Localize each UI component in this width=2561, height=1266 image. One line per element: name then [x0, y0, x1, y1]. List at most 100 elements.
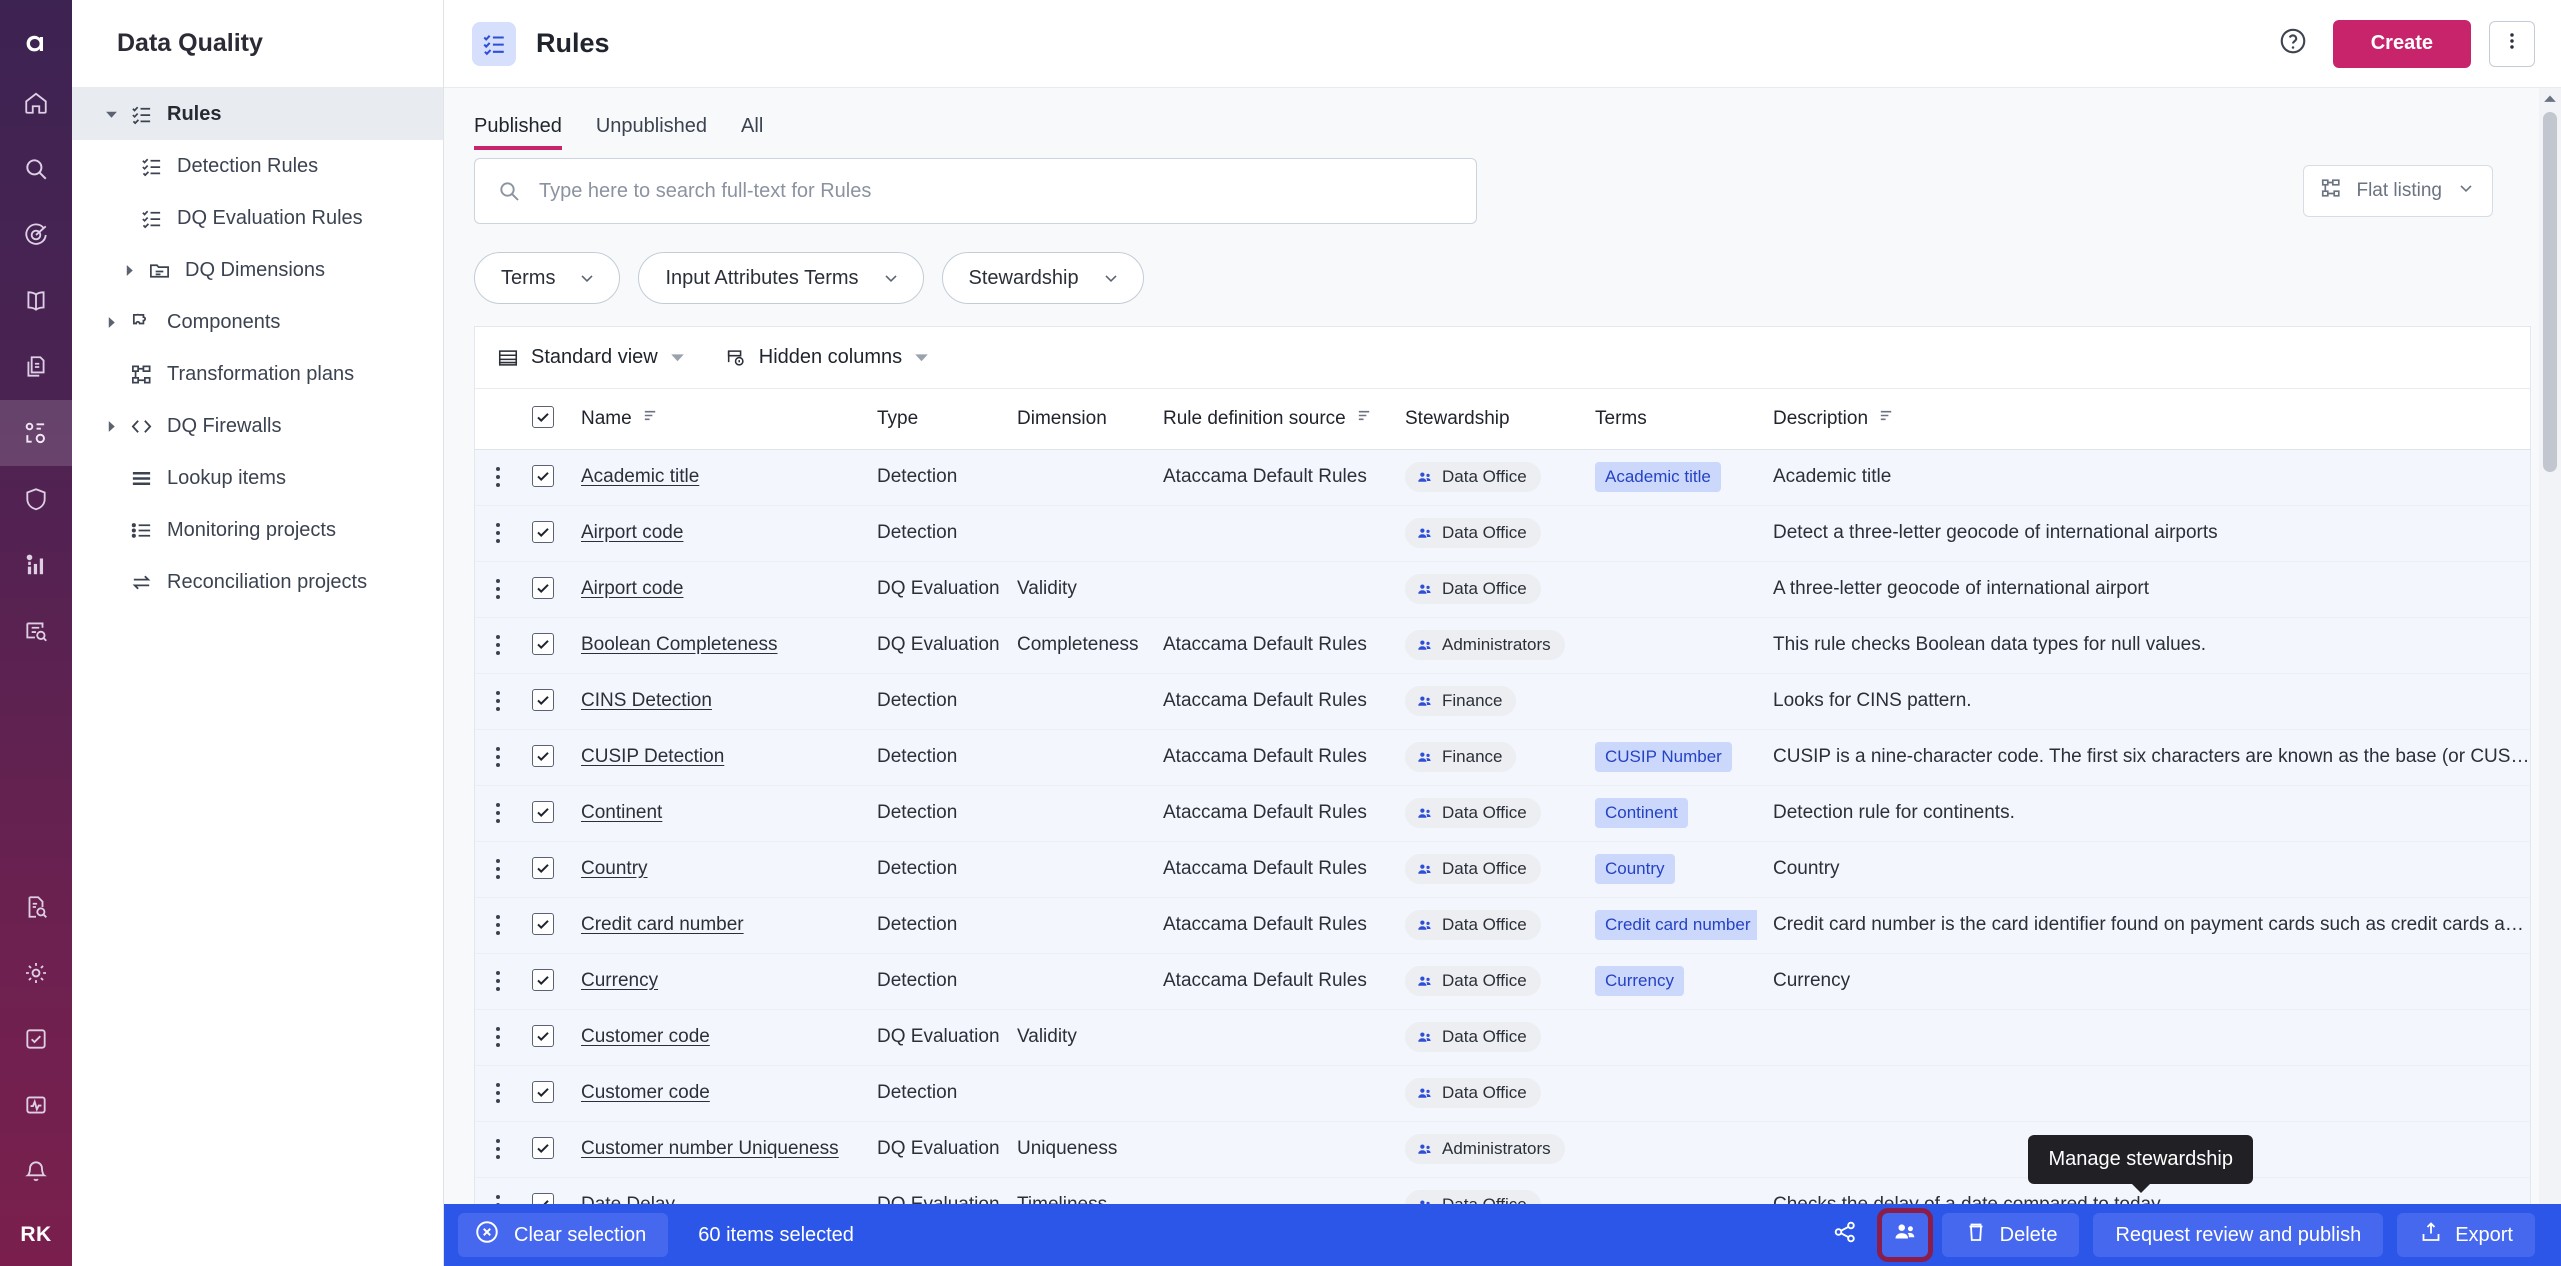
row-checkbox[interactable] [532, 744, 554, 767]
table-row[interactable]: Currency Detection Ataccama Default Rules D… [475, 953, 2530, 1010]
sidebar-item-dq-dimensions[interactable]: DQ Dimensions [72, 244, 443, 296]
rule-name-link[interactable]: Customer code [581, 1026, 710, 1047]
row-checkbox[interactable] [532, 520, 554, 543]
scroll-up-icon[interactable] [2539, 88, 2561, 110]
rail-item-gear-icon[interactable] [0, 940, 72, 1006]
row-checkbox[interactable] [532, 464, 554, 487]
sidebar-item-detection-rules[interactable]: Detection Rules [72, 140, 443, 192]
term-badge[interactable]: Credit card number [1595, 910, 1757, 940]
row-checkbox[interactable] [532, 688, 554, 711]
rail-item-query-explorer-icon[interactable] [0, 598, 72, 664]
tab-published[interactable]: Published [474, 116, 562, 150]
row-actions-cell[interactable] [475, 1009, 521, 1066]
row-checkbox[interactable] [532, 1024, 554, 1047]
term-badge[interactable]: Currency [1595, 966, 1684, 996]
table-row[interactable]: Country Detection Ataccama Default Rules Da… [475, 841, 2530, 898]
sort-icon[interactable] [642, 407, 659, 430]
row-actions-cell[interactable] [475, 617, 521, 674]
row-select-cell[interactable] [521, 1065, 565, 1122]
table-row[interactable]: Boolean Completeness DQ Evaluation Complet… [475, 617, 2530, 674]
row-checkbox[interactable] [532, 1080, 554, 1103]
sidebar-item-lookup-items[interactable]: Lookup items [72, 452, 443, 504]
row-checkbox[interactable] [532, 576, 554, 599]
avatar[interactable]: RK [0, 1204, 72, 1266]
help-button[interactable] [2273, 24, 2313, 64]
more-vertical-icon[interactable] [475, 1083, 521, 1103]
term-badge[interactable]: Continent [1595, 798, 1688, 828]
hidden-columns-dropdown[interactable]: Hidden columns [725, 346, 929, 369]
rail-item-tasks-check-icon[interactable] [0, 1006, 72, 1072]
listing-mode-dropdown[interactable]: Flat listing [2303, 165, 2493, 217]
rail-item-document-search-icon[interactable] [0, 874, 72, 940]
more-vertical-icon[interactable] [475, 1027, 521, 1047]
row-select-cell[interactable] [521, 561, 565, 618]
rail-item-data-quality-icon[interactable] [0, 400, 72, 466]
row-checkbox[interactable] [532, 856, 554, 879]
term-badge[interactable]: Academic title [1595, 462, 1721, 492]
more-vertical-icon[interactable] [475, 1139, 521, 1159]
request-review-button[interactable]: Request review and publish [2093, 1213, 2384, 1257]
rule-name-link[interactable]: Credit card number [581, 914, 744, 935]
rail-item-shield-icon[interactable] [0, 466, 72, 532]
table-row[interactable]: Continent Detection Ataccama Default Rules… [475, 785, 2530, 842]
row-select-cell[interactable] [521, 673, 565, 730]
rail-item-bell-icon[interactable] [0, 1138, 72, 1204]
more-vertical-icon[interactable] [475, 859, 521, 879]
cell-name[interactable]: CUSIP Detection [565, 729, 861, 786]
row-select-cell[interactable] [521, 897, 565, 954]
chevron-down-icon[interactable] [98, 108, 124, 121]
table-row[interactable]: Customer code Detection Data Office [475, 1065, 2530, 1122]
row-checkbox[interactable] [532, 1136, 554, 1159]
table-row[interactable]: Academic title Detection Ataccama Default … [475, 449, 2530, 506]
sidebar-item-dq-evaluation-rules[interactable]: DQ Evaluation Rules [72, 192, 443, 244]
filter-terms[interactable]: Terms [474, 252, 621, 304]
delete-button[interactable]: Delete [1941, 1213, 2080, 1257]
cell-name[interactable]: Customer code [565, 1065, 861, 1122]
rule-name-link[interactable]: Airport code [581, 522, 683, 543]
cell-name[interactable]: Continent [565, 785, 861, 842]
rule-name-link[interactable]: CINS Detection [581, 690, 712, 711]
row-actions-cell[interactable] [475, 673, 521, 730]
col-terms[interactable]: Terms [1579, 389, 1757, 450]
table-row[interactable]: CINS Detection Detection Ataccama Default … [475, 673, 2530, 730]
row-actions-cell[interactable] [475, 897, 521, 954]
table-row[interactable]: Customer code DQ Evaluation Validity Data O… [475, 1009, 2530, 1066]
row-select-cell[interactable] [521, 449, 565, 506]
cell-name[interactable]: Airport code [565, 505, 861, 562]
select-all-checkbox[interactable] [532, 406, 554, 429]
rail-item-home-icon[interactable] [0, 70, 72, 136]
filter-input-attributes-terms[interactable]: Input Attributes Terms [638, 252, 924, 304]
col-type[interactable]: Type [861, 389, 1001, 450]
search-input[interactable] [539, 179, 1454, 203]
tab-all[interactable]: All [741, 116, 763, 150]
chevron-right-icon[interactable] [98, 420, 124, 433]
row-select-cell[interactable] [521, 785, 565, 842]
share-button[interactable] [1822, 1213, 1868, 1257]
export-button[interactable]: Export [2397, 1213, 2535, 1257]
row-select-cell[interactable] [521, 1009, 565, 1066]
cell-name[interactable]: Boolean Completeness [565, 617, 861, 674]
col-name[interactable]: Name [565, 389, 861, 450]
row-checkbox[interactable] [532, 800, 554, 823]
cell-name[interactable]: Academic title [565, 449, 861, 506]
row-actions-cell[interactable] [475, 785, 521, 842]
rule-name-link[interactable]: Academic title [581, 466, 699, 487]
col-dimension[interactable]: Dimension [1001, 389, 1147, 450]
sidebar-item-rules[interactable]: Rules [72, 88, 443, 140]
row-select-cell[interactable] [521, 1121, 565, 1178]
row-select-cell[interactable] [521, 505, 565, 562]
row-actions-cell[interactable] [475, 1121, 521, 1178]
col-rule-definition-source[interactable]: Rule definition source [1147, 389, 1389, 450]
rail-item-catalog-book-icon[interactable] [0, 268, 72, 334]
manage-stewardship-button[interactable] [1876, 1208, 1933, 1262]
rail-item-monitoring-pulse-icon[interactable] [0, 1072, 72, 1138]
more-vertical-icon[interactable] [475, 803, 521, 823]
table-row[interactable]: Airport code Detection Data Office Detect a… [475, 505, 2530, 562]
sort-icon[interactable] [1356, 407, 1373, 430]
clear-selection-button[interactable]: Clear selection [458, 1213, 669, 1257]
term-badge[interactable]: CUSIP Number [1595, 742, 1732, 772]
rail-item-analytics-icon[interactable] [0, 532, 72, 598]
col-stewardship[interactable]: Stewardship [1389, 389, 1579, 450]
cell-name[interactable]: Customer code [565, 1009, 861, 1066]
more-vertical-icon[interactable] [475, 579, 521, 599]
